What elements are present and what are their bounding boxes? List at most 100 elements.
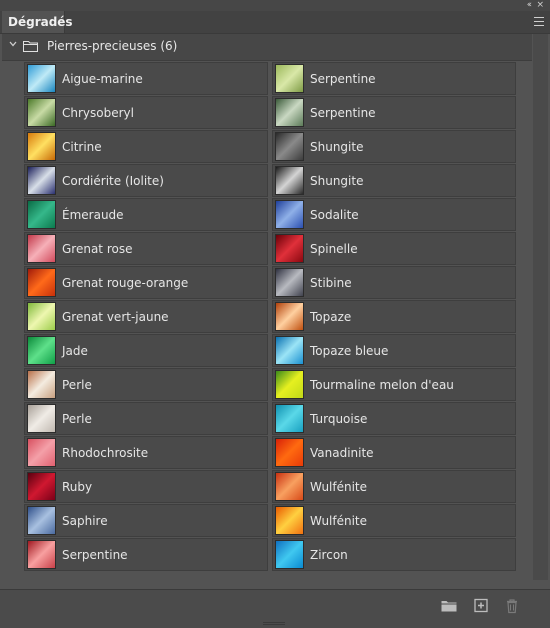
gradient-item[interactable]: Grenat vert-jaune [24,300,268,333]
hamburger-menu-icon[interactable] [534,17,544,26]
gradient-item[interactable]: Serpentine [272,96,516,129]
gradient-label: Turquoise [310,412,368,426]
gradient-label: Cordiérite (Iolite) [62,174,164,188]
gradient-swatch [275,268,304,297]
gradient-label: Rhodochrosite [62,446,149,460]
tab-gradients[interactable]: Dégradés [2,11,73,33]
gradient-swatch [275,132,304,161]
gradient-item[interactable]: Topaze bleue [272,334,516,367]
gradient-item[interactable]: Citrine [24,130,268,163]
gradient-swatch [275,64,304,93]
gradient-item[interactable]: Grenat rose [24,232,268,265]
gradient-label: Grenat rose [62,242,133,256]
gradient-item[interactable]: Chrysoberyl [24,96,268,129]
gradient-swatch [275,370,304,399]
gradient-swatch [27,64,56,93]
gradient-item[interactable]: Stibine [272,266,516,299]
gradient-label: Vanadinite [310,446,374,460]
gradient-item[interactable]: Serpentine [272,62,516,95]
gradient-swatch [275,200,304,229]
gradient-label: Shungite [310,174,364,188]
gradient-label: Sodalite [310,208,359,222]
gradient-group-header[interactable]: Pierres-precieuses (6) [2,34,532,61]
group-label: Pierres-precieuses (6) [47,39,178,53]
panel-topbar: ‹‹ × [0,0,550,11]
gradient-swatch [275,234,304,263]
gradient-label: Wulfénite [310,514,368,528]
gradient-item[interactable]: Turquoise [272,402,516,435]
gradient-label: Émeraude [62,208,124,222]
resize-grip-icon[interactable] [263,622,285,625]
gradient-swatch [27,540,56,569]
gradient-label: Chrysoberyl [62,106,134,120]
gradient-label: Saphire [62,514,108,528]
gradient-label: Serpentine [310,106,376,120]
gradient-swatch [27,370,56,399]
gradient-item[interactable]: Saphire [24,504,268,537]
gradient-swatch [27,132,56,161]
gradient-label: Grenat vert-jaune [62,310,169,324]
gradient-label: Perle [62,412,92,426]
collapse-panel-button[interactable]: ‹‹ [527,0,532,10]
gradient-item[interactable]: Spinelle [272,232,516,265]
close-panel-button[interactable]: × [536,0,544,10]
gradient-item[interactable]: Tourmaline melon d'eau [272,368,516,401]
gradient-item[interactable]: Aigue-marine [24,62,268,95]
folder-icon [23,41,38,52]
gradient-item[interactable]: Cordiérite (Iolite) [24,164,268,197]
gradient-label: Aigue-marine [62,72,143,86]
gradient-label: Serpentine [62,548,128,562]
gradient-swatch [27,200,56,229]
trash-icon[interactable] [503,598,521,614]
gradient-item[interactable]: Jade [24,334,268,367]
gradient-swatch [27,404,56,433]
gradient-item[interactable]: Perle [24,402,268,435]
gradient-swatch [275,540,304,569]
gradient-swatch [275,472,304,501]
gradient-item[interactable]: Ruby [24,470,268,503]
gradient-swatch [27,336,56,365]
gradient-swatch [275,438,304,467]
gradient-item[interactable]: Serpentine [24,538,268,571]
gradient-item[interactable]: Vanadinite [272,436,516,469]
gradient-swatch [27,166,56,195]
bottom-toolbar [0,589,550,628]
gradient-label: Jade [62,344,88,358]
gradient-label: Shungite [310,140,364,154]
gradient-label: Perle [62,378,92,392]
gradient-swatch [275,302,304,331]
gradient-label: Grenat rouge-orange [62,276,189,290]
new-group-folder-icon[interactable] [440,598,458,614]
gradient-label: Topaze [310,310,352,324]
gradient-label: Stibine [310,276,352,290]
gradient-label: Wulfénite [310,480,368,494]
gradient-label: Zircon [310,548,348,562]
gradient-item[interactable]: Shungite [272,130,516,163]
gradient-label: Tourmaline melon d'eau [310,378,454,392]
tab-label: Dégradés [8,15,73,29]
scrollbar[interactable] [533,34,548,580]
gradient-swatch [275,506,304,535]
gradient-item[interactable]: Wulfénite [272,470,516,503]
gradient-label: Citrine [62,140,102,154]
gradient-swatch [275,98,304,127]
gradient-item[interactable]: Grenat rouge-orange [24,266,268,299]
gradient-swatch [27,268,56,297]
gradient-swatch [275,404,304,433]
gradient-item[interactable]: Émeraude [24,198,268,231]
gradient-swatch [275,166,304,195]
gradient-item[interactable]: Zircon [272,538,516,571]
plus-box-icon[interactable] [472,598,490,614]
chevron-down-icon[interactable] [9,40,17,48]
gradient-item[interactable]: Sodalite [272,198,516,231]
gradient-swatch [27,302,56,331]
gradient-grid: Aigue-marine Serpentine Chrysoberyl Serpent… [24,62,516,574]
gradient-item[interactable]: Shungite [272,164,516,197]
gradient-swatch [27,438,56,467]
gradient-item[interactable]: Wulfénite [272,504,516,537]
gradient-label: Spinelle [310,242,358,256]
gradient-swatch [27,472,56,501]
gradient-item[interactable]: Topaze [272,300,516,333]
gradient-item[interactable]: Rhodochrosite [24,436,268,469]
gradient-item[interactable]: Perle [24,368,268,401]
